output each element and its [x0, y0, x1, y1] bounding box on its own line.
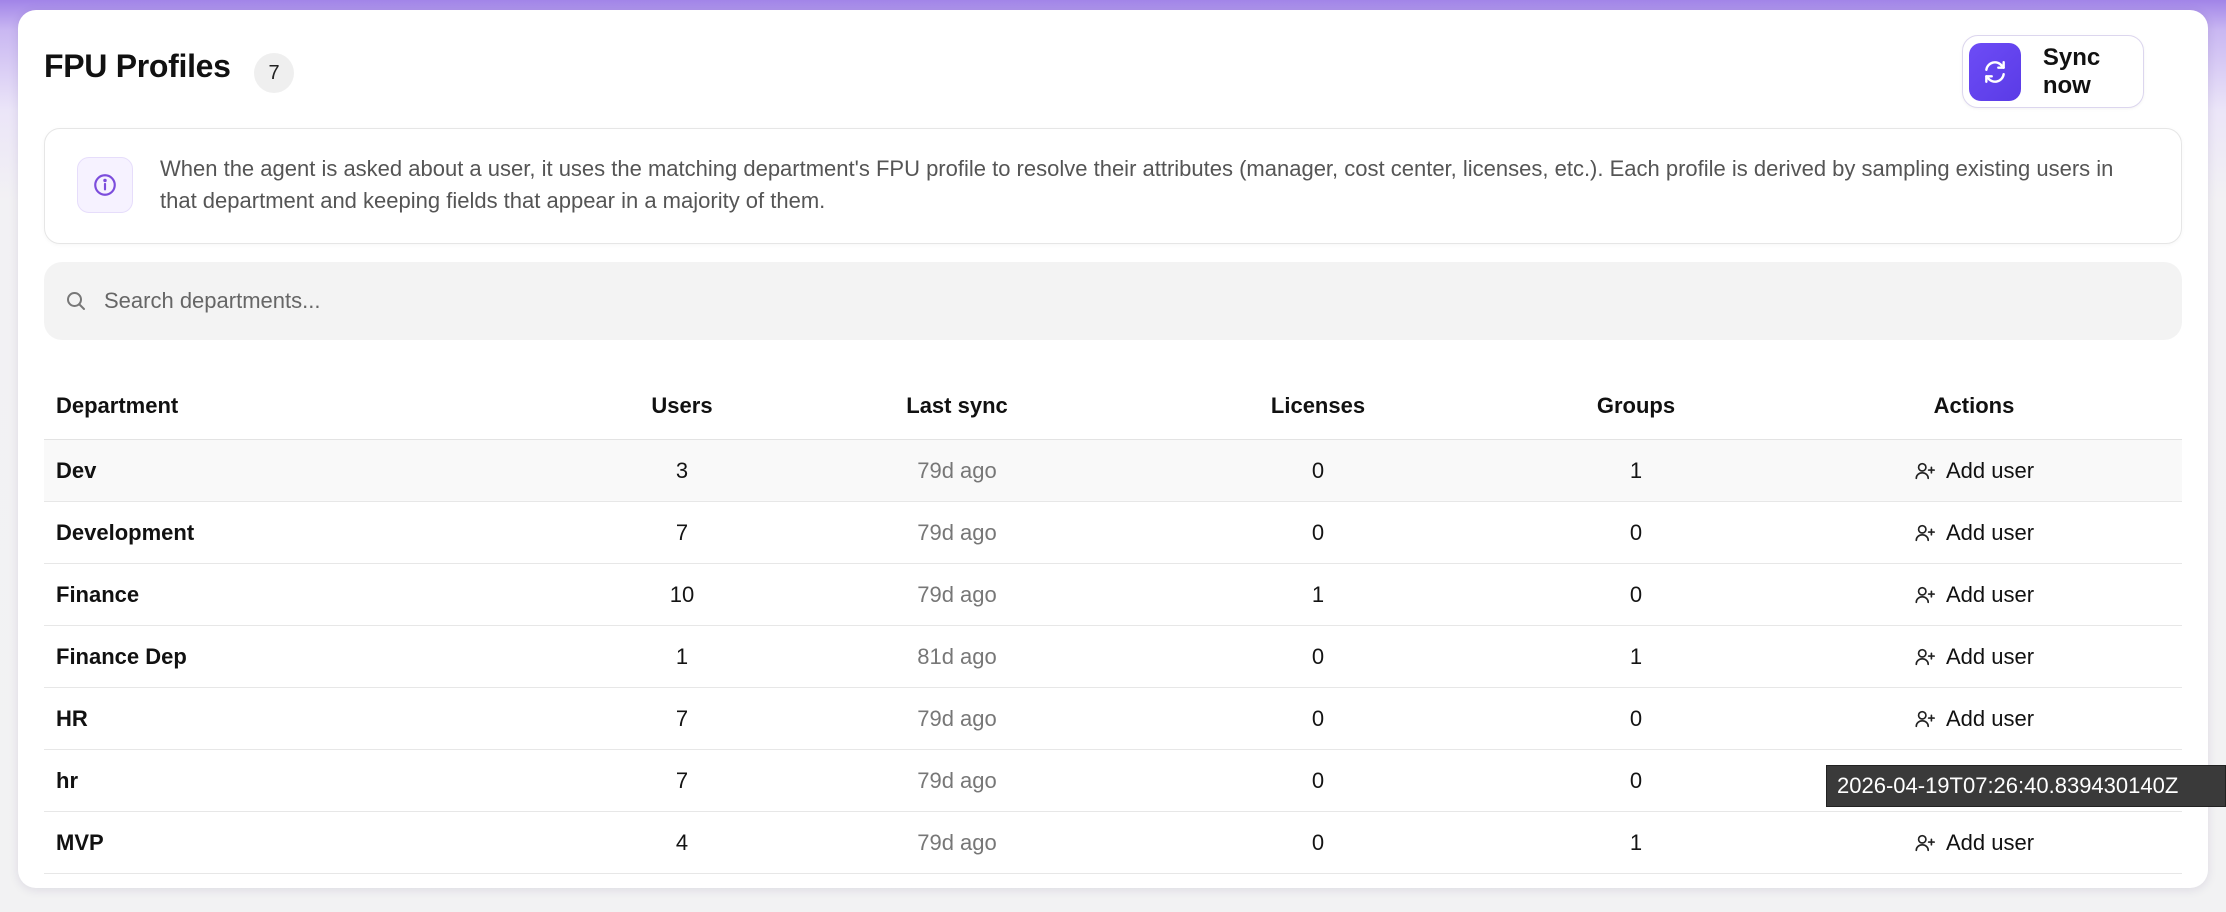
actions-cell: Add user [1874, 440, 2074, 501]
column-header-last-sync[interactable]: Last sync [862, 374, 1052, 437]
department-name: Finance Dep [56, 643, 187, 669]
user-plus-icon [1914, 460, 1936, 482]
table-row: Finance Dep 1 81d ago 0 1 Add user [44, 626, 2182, 688]
add-user-label: Add user [1945, 457, 2035, 483]
last-sync[interactable]: 79d ago [862, 502, 1052, 563]
refresh-icon [1969, 42, 2021, 101]
add-user-button[interactable]: Add user [1914, 644, 2034, 670]
licenses-count: 1 [1311, 581, 1325, 607]
user-plus-icon [1914, 522, 1936, 544]
column-header-users[interactable]: Users [602, 374, 762, 437]
last-sync[interactable]: 79d ago [862, 564, 1052, 625]
last-sync[interactable]: 79d ago [862, 440, 1052, 501]
user-plus-icon [1914, 646, 1936, 668]
table-header: Department Users Last sync Licenses Grou… [44, 376, 2182, 440]
groups-count: 0 [1629, 767, 1643, 793]
last-sync[interactable]: 79d ago [862, 750, 1052, 811]
actions-cell: Add user [1874, 626, 2074, 687]
department-name: HR [56, 705, 88, 731]
actions-cell: Add user [1874, 688, 2074, 749]
actions-cell: Add user [1874, 564, 2074, 625]
column-header-groups[interactable]: Groups [1536, 374, 1736, 437]
users-count: 7 [675, 767, 689, 793]
groups-count: 1 [1629, 829, 1643, 855]
add-user-label: Add user [1945, 643, 2035, 669]
licenses-count: 0 [1311, 829, 1325, 855]
table-row: Development 7 79d ago 0 0 Add user [44, 502, 2182, 564]
column-header-department[interactable]: Department [56, 374, 178, 437]
column-header-actions: Actions [1933, 392, 2015, 418]
timestamp-tooltip: 2026-04-19T07:26:40.839430140Z [1826, 765, 2226, 807]
table-row: HR 7 79d ago 0 0 Add user [44, 688, 2182, 750]
users-count: 1 [675, 643, 689, 669]
users-count: 7 [675, 705, 689, 731]
department-name: Dev [56, 457, 97, 483]
actions-cell: Add user [1874, 812, 2074, 873]
user-plus-icon [1914, 708, 1936, 730]
add-user-button[interactable]: Add user [1914, 830, 2034, 856]
user-plus-icon [1914, 832, 1936, 854]
groups-count: 1 [1629, 643, 1643, 669]
groups-count: 0 [1629, 519, 1643, 545]
licenses-count: 0 [1311, 457, 1325, 483]
search-bar [44, 262, 2182, 340]
users-count: 10 [669, 581, 695, 607]
page-title: FPU Profiles [44, 48, 231, 84]
user-plus-icon [1914, 584, 1936, 606]
add-user-button[interactable]: Add user [1914, 582, 2034, 608]
department-name: MVP [56, 829, 104, 855]
sync-now-label: Sync now [2042, 43, 2101, 99]
table-row: Finance 10 79d ago 1 0 Add user [44, 564, 2182, 626]
last-sync[interactable]: 79d ago [862, 812, 1052, 873]
users-count: 7 [675, 519, 689, 545]
add-user-label: Add user [1945, 581, 2035, 607]
add-user-label: Add user [1945, 829, 2035, 855]
add-user-button[interactable]: Add user [1914, 520, 2034, 546]
info-callout: When the agent is asked about a user, it… [44, 128, 2182, 244]
users-count: 3 [675, 457, 689, 483]
add-user-button[interactable]: Add user [1914, 706, 2034, 732]
last-sync[interactable]: 81d ago [862, 626, 1052, 687]
table-row: Dev 3 79d ago 0 1 Add user [44, 440, 2182, 502]
search-icon [64, 288, 90, 314]
add-user-button[interactable]: Add user [1914, 458, 2034, 484]
department-name: Finance [56, 581, 140, 607]
sync-now-button[interactable]: Sync now [1962, 35, 2144, 108]
add-user-label: Add user [1945, 519, 2035, 545]
groups-count: 1 [1629, 457, 1643, 483]
profile-count-badge: 7 [254, 53, 294, 93]
info-icon [77, 157, 133, 213]
actions-cell: Add user [1874, 502, 2074, 563]
licenses-count: 0 [1311, 767, 1325, 793]
users-count: 4 [675, 829, 689, 855]
table-row: MVP 4 79d ago 0 1 Add user [44, 812, 2182, 874]
last-sync[interactable]: 79d ago [862, 688, 1052, 749]
department-name: Development [56, 519, 195, 545]
licenses-count: 0 [1311, 705, 1325, 731]
groups-count: 0 [1629, 581, 1643, 607]
add-user-label: Add user [1945, 705, 2035, 731]
info-text: When the agent is asked about a user, it… [160, 156, 2114, 213]
fpu-profiles-panel: FPU Profiles 7 Sync now When the agent i… [18, 10, 2208, 888]
licenses-count: 0 [1311, 643, 1325, 669]
department-name: hr [56, 767, 78, 793]
search-input[interactable] [104, 288, 2104, 314]
groups-count: 0 [1629, 705, 1643, 731]
licenses-count: 0 [1311, 519, 1325, 545]
column-header-licenses[interactable]: Licenses [1218, 374, 1418, 437]
